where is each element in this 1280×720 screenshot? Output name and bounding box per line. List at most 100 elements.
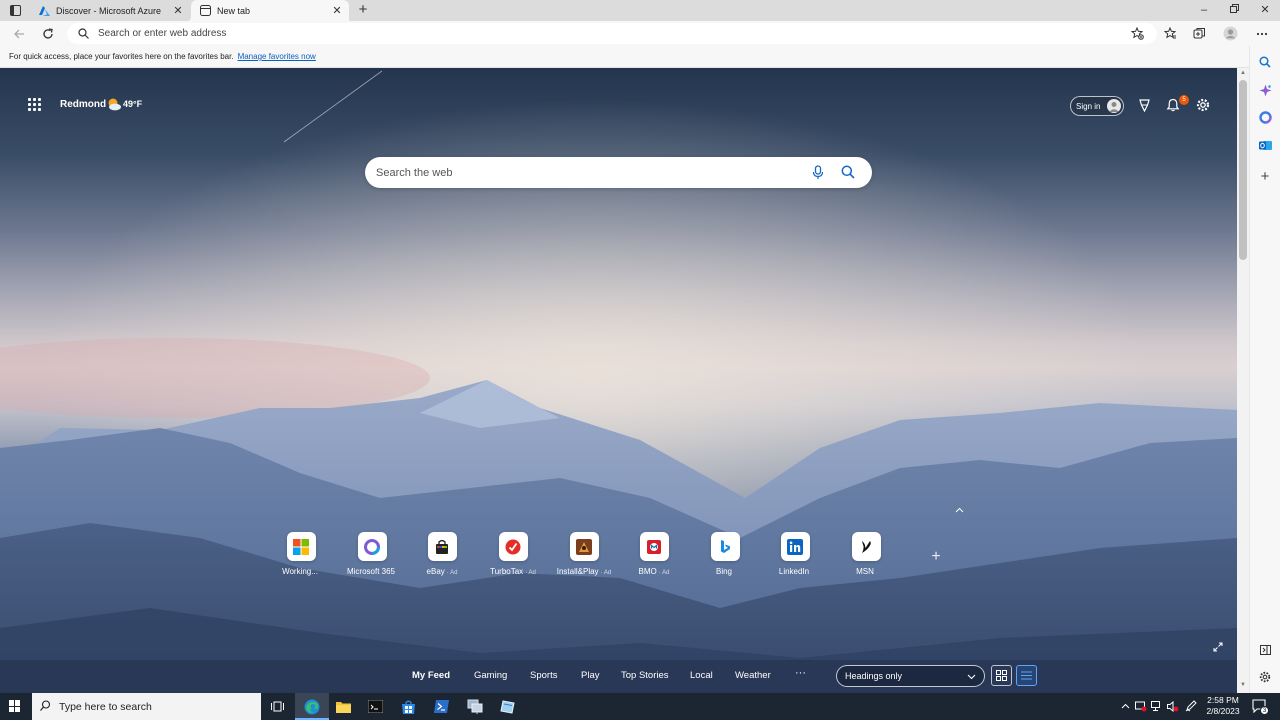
sign-in-label: Sign in — [1076, 101, 1101, 111]
taskbar-search-box[interactable] — [32, 693, 261, 720]
azure-icon — [38, 5, 50, 17]
feed-tab-top-stories[interactable]: Top Stories — [621, 670, 669, 681]
close-tab-icon[interactable]: ✕ — [172, 4, 184, 17]
new-tab-plus-icon[interactable]: + — [355, 2, 371, 18]
quick-link-bing[interactable]: Bing — [690, 532, 760, 576]
refresh-icon[interactable] — [40, 26, 55, 41]
feed-tab-weather[interactable]: Weather — [735, 670, 771, 681]
page-settings-gear-icon[interactable] — [1195, 97, 1211, 113]
clock-time: 2:58 PM — [1207, 695, 1239, 705]
tab-new-tab[interactable]: New tab ✕ — [187, 0, 349, 21]
sidebar-office-icon[interactable] — [1258, 110, 1272, 124]
remote-app-icon[interactable] — [499, 698, 516, 715]
manage-favorites-link[interactable]: Manage favorites now — [238, 52, 316, 61]
microsoft-logo-icon — [286, 532, 316, 561]
rewards-trophy-icon[interactable] — [1136, 97, 1152, 113]
network-icon[interactable] — [1151, 700, 1163, 712]
notification-count-badge: 3 — [1260, 706, 1269, 715]
expand-icon[interactable] — [1212, 641, 1224, 653]
close-tab-icon[interactable]: ✕ — [331, 4, 343, 17]
minimize-icon[interactable]: – — [1197, 3, 1211, 17]
collections-icon[interactable] — [1192, 26, 1207, 41]
sidebar-outlook-icon[interactable] — [1258, 138, 1272, 152]
feed-tab-my-feed[interactable]: My Feed — [412, 670, 450, 681]
feed-tab-gaming[interactable]: Gaming — [474, 670, 507, 681]
search-submit-icon[interactable] — [841, 165, 855, 179]
quick-link-msn[interactable]: MSN — [831, 532, 901, 576]
page-scrollbar[interactable]: ▲ ▼ — [1237, 68, 1249, 693]
windows-taskbar: 2:58 PM 2/8/2023 3 — [0, 693, 1280, 720]
powershell-icon[interactable] — [433, 698, 450, 715]
task-view-icon[interactable] — [269, 698, 286, 715]
scroll-down-arrow-icon[interactable]: ▼ — [1239, 682, 1247, 690]
tab-azure[interactable]: Discover - Microsoft Azure ✕ — [30, 0, 190, 21]
taskbar-clock[interactable]: 2:58 PM 2/8/2023 — [1200, 695, 1246, 717]
feed-tab-play[interactable]: Play — [581, 670, 599, 681]
edge-sidebar: + — [1249, 46, 1280, 693]
quick-link-linkedin[interactable]: LinkedIn — [760, 532, 830, 576]
edge-browser-taskbar-icon[interactable] — [303, 698, 320, 715]
quick-link-working[interactable]: Working... — [266, 532, 336, 576]
scrollbar-thumb[interactable] — [1239, 80, 1247, 260]
quick-link-bmo[interactable]: BMO · Ad — [619, 532, 689, 576]
sidebar-add-icon[interactable]: + — [1258, 168, 1272, 185]
add-quick-link-plus-icon[interactable]: + — [929, 549, 943, 565]
bing-icon — [710, 532, 740, 561]
newtab-page-icon — [199, 5, 211, 17]
quick-link-turbotax[interactable]: TurboTax · Ad — [478, 532, 548, 576]
weather-temperature[interactable]: 49°F — [123, 99, 142, 109]
microphone-icon[interactable] — [812, 165, 824, 180]
collapse-chevron-up-icon[interactable] — [953, 505, 965, 515]
feed-navigation-bar: My Feed Gaming Sports Play Top Stories L… — [0, 660, 1237, 693]
weather-location[interactable]: Redmond — [60, 99, 106, 110]
address-input[interactable] — [98, 28, 1098, 39]
tab-title: New tab — [217, 5, 251, 16]
game-icon — [569, 532, 599, 561]
address-bar[interactable] — [67, 23, 1157, 44]
partly-cloudy-weather-icon[interactable] — [106, 97, 122, 111]
feed-tab-sports[interactable]: Sports — [530, 670, 557, 681]
quick-link-label: Working... — [282, 567, 318, 576]
tab-actions-icon[interactable] — [9, 4, 22, 17]
linkedin-icon — [780, 532, 810, 561]
back-arrow-icon[interactable] — [11, 26, 26, 41]
feed-tab-local[interactable]: Local — [690, 670, 713, 681]
settings-more-icon[interactable] — [1254, 26, 1269, 41]
clock-date: 2/8/2023 — [1206, 706, 1240, 716]
security-alert-icon[interactable] — [1135, 700, 1147, 712]
scroll-up-arrow-icon[interactable]: ▲ — [1239, 70, 1247, 78]
list-view-icon[interactable] — [1016, 665, 1037, 686]
network-computer-icon[interactable] — [466, 698, 483, 715]
sidebar-search-icon[interactable] — [1258, 55, 1272, 69]
taskbar-search-input[interactable] — [59, 700, 249, 713]
tab-title: Discover - Microsoft Azure — [56, 5, 162, 16]
web-search-input[interactable] — [376, 166, 796, 179]
web-search-box[interactable] — [365, 157, 872, 188]
add-favorite-star-icon[interactable] — [1130, 26, 1145, 41]
hide-sidebar-icon[interactable] — [1258, 643, 1272, 657]
show-hidden-icons-chevron-icon[interactable] — [1119, 700, 1131, 712]
quick-link-label: TurboTax — [490, 567, 524, 576]
file-explorer-icon[interactable] — [335, 698, 352, 715]
volume-muted-icon[interactable] — [1167, 700, 1179, 712]
close-window-icon[interactable]: ✕ — [1258, 3, 1272, 17]
favorites-icon[interactable] — [1163, 26, 1178, 41]
sidebar-discover-icon[interactable] — [1258, 83, 1272, 97]
pen-workspace-icon[interactable] — [1185, 700, 1197, 712]
quick-link-install-play[interactable]: Install&Play · Ad — [549, 532, 619, 576]
quick-link-ebay[interactable]: eBay · Ad — [407, 532, 477, 576]
app-launcher-waffle-icon[interactable] — [28, 98, 41, 111]
sign-in-button[interactable]: Sign in — [1070, 96, 1124, 116]
content-visibility-dropdown[interactable]: Headings only — [836, 665, 985, 687]
quick-link-microsoft-365[interactable]: Microsoft 365 — [337, 532, 407, 576]
avatar-icon — [1107, 99, 1121, 113]
bmo-icon — [639, 532, 669, 561]
restore-icon[interactable] — [1227, 3, 1241, 17]
windows-start-icon[interactable] — [9, 700, 21, 712]
grid-view-icon[interactable] — [991, 665, 1012, 686]
terminal-icon[interactable] — [367, 698, 384, 715]
feed-more-button[interactable]: ··· — [795, 667, 806, 679]
profile-avatar-icon[interactable] — [1223, 26, 1238, 41]
microsoft-store-icon[interactable] — [400, 698, 417, 715]
sidebar-settings-gear-icon[interactable] — [1258, 670, 1272, 684]
